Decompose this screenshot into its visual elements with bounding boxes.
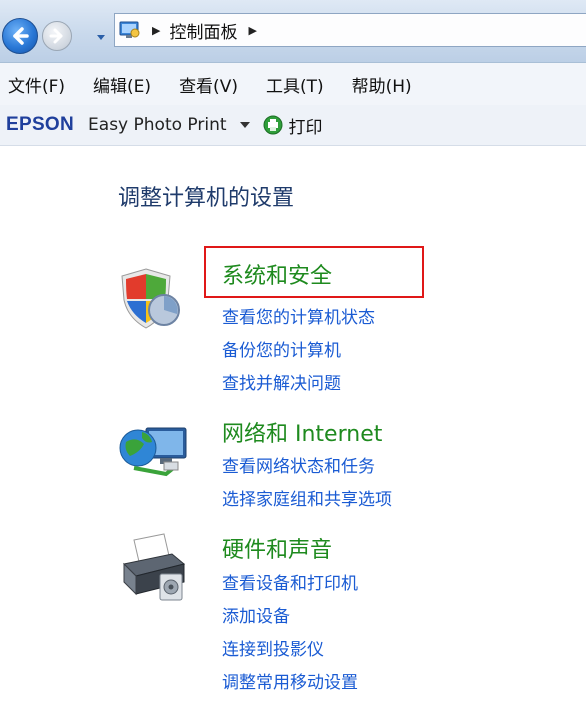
link-connect-projector[interactable]: 连接到投影仪: [222, 635, 324, 660]
breadcrumb-expand-icon[interactable]: ▶: [248, 24, 256, 37]
menu-bar: 文件(F) 编辑(E) 查看(V) 工具(T) 帮助(H): [0, 63, 586, 105]
link-view-computer-status[interactable]: 查看您的计算机状态: [222, 303, 375, 328]
network-globe-icon[interactable]: [116, 418, 192, 484]
control-panel-content: 调整计算机的设置 系统和安全 查看您的计算机状态 备份您的计算机 查找并解决问题…: [0, 146, 586, 708]
menu-edit[interactable]: 编辑(E): [93, 72, 151, 97]
menu-help[interactable]: 帮助(H): [352, 72, 412, 97]
forward-button[interactable]: [42, 21, 72, 51]
link-homegroup-sharing[interactable]: 选择家庭组和共享选项: [222, 485, 392, 510]
category-network-internet[interactable]: 网络和 Internet: [222, 416, 382, 448]
chevron-down-icon[interactable]: [239, 120, 251, 130]
navigation-bar: ▶ 控制面板 ▶: [0, 0, 586, 63]
control-panel-icon: [119, 21, 140, 38]
category-hardware-sound[interactable]: 硬件和声音: [222, 532, 332, 564]
link-view-network-status[interactable]: 查看网络状态和任务: [222, 452, 375, 477]
forward-arrow-icon: [49, 28, 63, 44]
address-bar[interactable]: ▶ 控制面板 ▶: [114, 13, 586, 47]
shield-icon[interactable]: [118, 266, 182, 332]
breadcrumb-separator-icon[interactable]: ▶: [152, 24, 160, 37]
print-icon[interactable]: [263, 115, 283, 135]
menu-view[interactable]: 查看(V): [179, 72, 238, 97]
category-system-security[interactable]: 系统和安全: [222, 258, 332, 290]
link-find-fix-problems[interactable]: 查找并解决问题: [222, 369, 341, 394]
back-button[interactable]: [2, 18, 38, 54]
epson-toolbar: EPSON Easy Photo Print 打印: [0, 105, 586, 146]
breadcrumb-control-panel[interactable]: 控制面板: [169, 18, 237, 43]
link-add-device[interactable]: 添加设备: [222, 602, 290, 627]
link-backup-computer[interactable]: 备份您的计算机: [222, 336, 341, 361]
menu-tools[interactable]: 工具(T): [266, 72, 324, 97]
printer-icon[interactable]: [120, 530, 192, 604]
link-mobility-settings[interactable]: 调整常用移动设置: [222, 668, 358, 693]
back-arrow-icon: [13, 27, 29, 45]
epson-logo: EPSON: [6, 114, 75, 135]
page-title: 调整计算机的设置: [118, 186, 295, 211]
recent-pages-dropdown-icon[interactable]: [94, 30, 108, 44]
print-button[interactable]: 打印: [289, 113, 323, 138]
link-view-devices-printers[interactable]: 查看设备和打印机: [222, 569, 358, 594]
easy-photo-print-button[interactable]: Easy Photo Print: [88, 115, 226, 135]
menu-file[interactable]: 文件(F): [8, 72, 65, 97]
